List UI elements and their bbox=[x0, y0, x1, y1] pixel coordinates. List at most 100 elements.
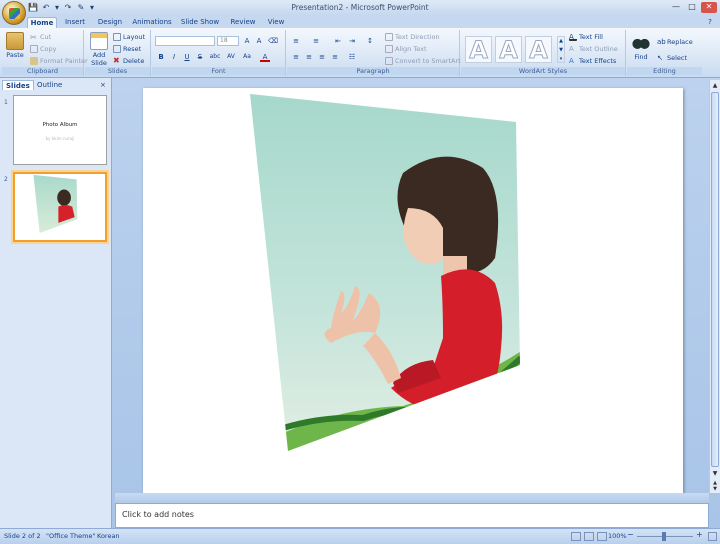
copy-button[interactable]: Copy bbox=[30, 45, 57, 53]
slide-photo[interactable] bbox=[143, 88, 683, 493]
binoculars-icon bbox=[632, 34, 650, 52]
tab-view[interactable]: View bbox=[264, 17, 288, 28]
slide-thumbnail-1[interactable]: Photo Album by bkim nuraji bbox=[13, 95, 107, 165]
select-button[interactable]: ↖ Select bbox=[657, 54, 687, 62]
close-icon[interactable]: ✕ bbox=[701, 2, 717, 13]
tab-insert[interactable]: Insert bbox=[61, 17, 89, 28]
slideshow-view-icon[interactable] bbox=[597, 532, 607, 541]
format-painter-button[interactable]: Format Painter bbox=[30, 57, 88, 65]
bullets-icon[interactable]: ≡ bbox=[291, 36, 301, 46]
tab-slide-show[interactable]: Slide Show bbox=[179, 17, 221, 28]
scroll-down-icon[interactable]: ▼ bbox=[711, 470, 719, 478]
convert-smartart-button[interactable]: Convert to SmartArt bbox=[385, 57, 461, 65]
layout-button[interactable]: Layout bbox=[113, 33, 145, 41]
text-outline-button[interactable]: A Text Outline bbox=[569, 45, 618, 53]
strikethrough-button[interactable]: S bbox=[195, 52, 205, 62]
change-case-button[interactable]: Aa bbox=[240, 52, 254, 62]
cut-button[interactable]: ✂ Cut bbox=[30, 33, 51, 42]
select-icon: ↖ bbox=[657, 54, 663, 62]
paint-icon[interactable]: ✎ bbox=[76, 3, 86, 13]
underline-button[interactable]: U bbox=[182, 52, 192, 62]
numbering-icon[interactable]: ≡ bbox=[311, 36, 321, 46]
slides-panel: Slides Outline × 1 Photo Album by bkim n… bbox=[0, 78, 112, 528]
notes-splitter[interactable] bbox=[115, 493, 709, 503]
align-text-button[interactable]: Align Text bbox=[385, 45, 427, 53]
zoom-out-icon[interactable]: − bbox=[627, 530, 634, 539]
wordart-style-3[interactable]: A bbox=[525, 36, 552, 64]
notes-pane[interactable]: Click to add notes bbox=[115, 503, 709, 528]
undo-icon[interactable]: ↶ bbox=[41, 3, 51, 13]
shadow-button[interactable]: abc bbox=[208, 52, 222, 62]
zoom-level[interactable]: 100% bbox=[608, 532, 627, 540]
slide-number: 1 bbox=[4, 99, 8, 106]
font-size-combo[interactable]: 18 bbox=[217, 36, 239, 46]
text-fill-icon: A bbox=[569, 33, 577, 41]
ribbon-tabs: Home Insert Design Animations Slide Show… bbox=[0, 15, 720, 28]
editing-label: Editing bbox=[627, 67, 702, 75]
decrease-indent-icon[interactable]: ⇤ bbox=[333, 36, 343, 46]
slide-sorter-icon[interactable] bbox=[584, 532, 594, 541]
thumb-photo bbox=[33, 174, 78, 233]
justify-icon[interactable]: ≡ bbox=[330, 52, 340, 62]
clipboard-group: Paste ✂ Cut Copy Format Painter Clipboard bbox=[2, 30, 88, 76]
wordart-style-2[interactable]: A bbox=[495, 36, 522, 64]
fit-slide-icon[interactable] bbox=[708, 532, 717, 541]
vertical-scrollbar[interactable]: ▲ ▼ ▲ ▼ bbox=[709, 80, 720, 493]
tab-review[interactable]: Review bbox=[227, 17, 259, 28]
find-button[interactable]: Find bbox=[629, 34, 653, 61]
font-group: 18 A A ⌫ B I U S abc AV Aa A Font bbox=[152, 30, 286, 76]
wordart-style-1[interactable]: A bbox=[465, 36, 492, 64]
scroll-up-icon[interactable]: ▲ bbox=[711, 82, 719, 90]
font-color-icon[interactable]: A bbox=[260, 52, 270, 62]
slide-canvas[interactable] bbox=[143, 88, 683, 493]
normal-view-icon[interactable] bbox=[571, 532, 581, 541]
shrink-font-icon[interactable]: A bbox=[254, 36, 264, 46]
tab-design[interactable]: Design bbox=[95, 17, 125, 28]
redo-icon[interactable]: ↷ bbox=[63, 3, 73, 13]
zoom-in-icon[interactable]: + bbox=[696, 530, 703, 539]
align-center-icon[interactable]: ≡ bbox=[304, 52, 314, 62]
paste-button[interactable]: Paste bbox=[4, 32, 26, 59]
next-slide-icon[interactable]: ▼ bbox=[711, 486, 719, 492]
maximize-icon[interactable]: □ bbox=[684, 2, 700, 13]
tab-animations[interactable]: Animations bbox=[131, 17, 173, 28]
align-right-icon[interactable]: ≡ bbox=[317, 52, 327, 62]
columns-icon[interactable]: ☷ bbox=[347, 52, 357, 62]
clear-format-icon[interactable]: ⌫ bbox=[268, 36, 278, 46]
text-fill-button[interactable]: A Text Fill bbox=[569, 33, 603, 41]
text-effects-icon: A bbox=[569, 57, 574, 65]
line-spacing-icon[interactable]: ↕ bbox=[365, 36, 375, 46]
wordart-more-icon[interactable]: ▲ ▼ ▾ bbox=[557, 36, 565, 63]
slides-group: Add Slide Layout Reset ✖ Delete Slides bbox=[85, 30, 151, 76]
reset-button[interactable]: Reset bbox=[113, 45, 141, 53]
customize-qat-icon[interactable]: ▾ bbox=[89, 3, 95, 13]
font-name-combo[interactable] bbox=[155, 36, 215, 46]
scroll-thumb[interactable] bbox=[711, 92, 719, 467]
tab-home[interactable]: Home bbox=[27, 17, 57, 28]
replace-button[interactable]: ab Replace bbox=[657, 38, 693, 46]
bold-button[interactable]: B bbox=[156, 52, 166, 62]
minimize-icon[interactable]: — bbox=[668, 2, 684, 13]
dropdown-arrow-icon[interactable]: ▾ bbox=[54, 3, 60, 13]
save-icon[interactable]: 💾 bbox=[28, 3, 38, 13]
theme-name: "Office Theme" bbox=[46, 532, 96, 540]
text-effects-button[interactable]: A Text Effects bbox=[569, 57, 616, 65]
tab-outline[interactable]: Outline bbox=[34, 80, 65, 90]
text-direction-button[interactable]: Text Direction bbox=[385, 33, 440, 41]
delete-button[interactable]: ✖ Delete bbox=[113, 57, 144, 66]
panel-close-icon[interactable]: × bbox=[100, 80, 106, 90]
slide-indicator: Slide 2 of 2 bbox=[4, 532, 41, 540]
tab-slides[interactable]: Slides bbox=[2, 80, 34, 90]
grow-font-icon[interactable]: A bbox=[242, 36, 252, 46]
zoom-slider-thumb[interactable] bbox=[662, 532, 666, 541]
slide-thumbnail-2[interactable] bbox=[13, 172, 107, 242]
italic-button[interactable]: I bbox=[169, 52, 179, 62]
paste-icon bbox=[6, 32, 24, 50]
add-slide-button[interactable]: Add Slide bbox=[87, 32, 111, 67]
align-left-icon[interactable]: ≡ bbox=[291, 52, 301, 62]
spacing-button[interactable]: AV bbox=[225, 52, 237, 62]
help-icon[interactable]: ? bbox=[704, 17, 716, 28]
increase-indent-icon[interactable]: ⇥ bbox=[347, 36, 357, 46]
office-button[interactable] bbox=[2, 1, 26, 25]
language-indicator: Korean bbox=[97, 532, 120, 540]
